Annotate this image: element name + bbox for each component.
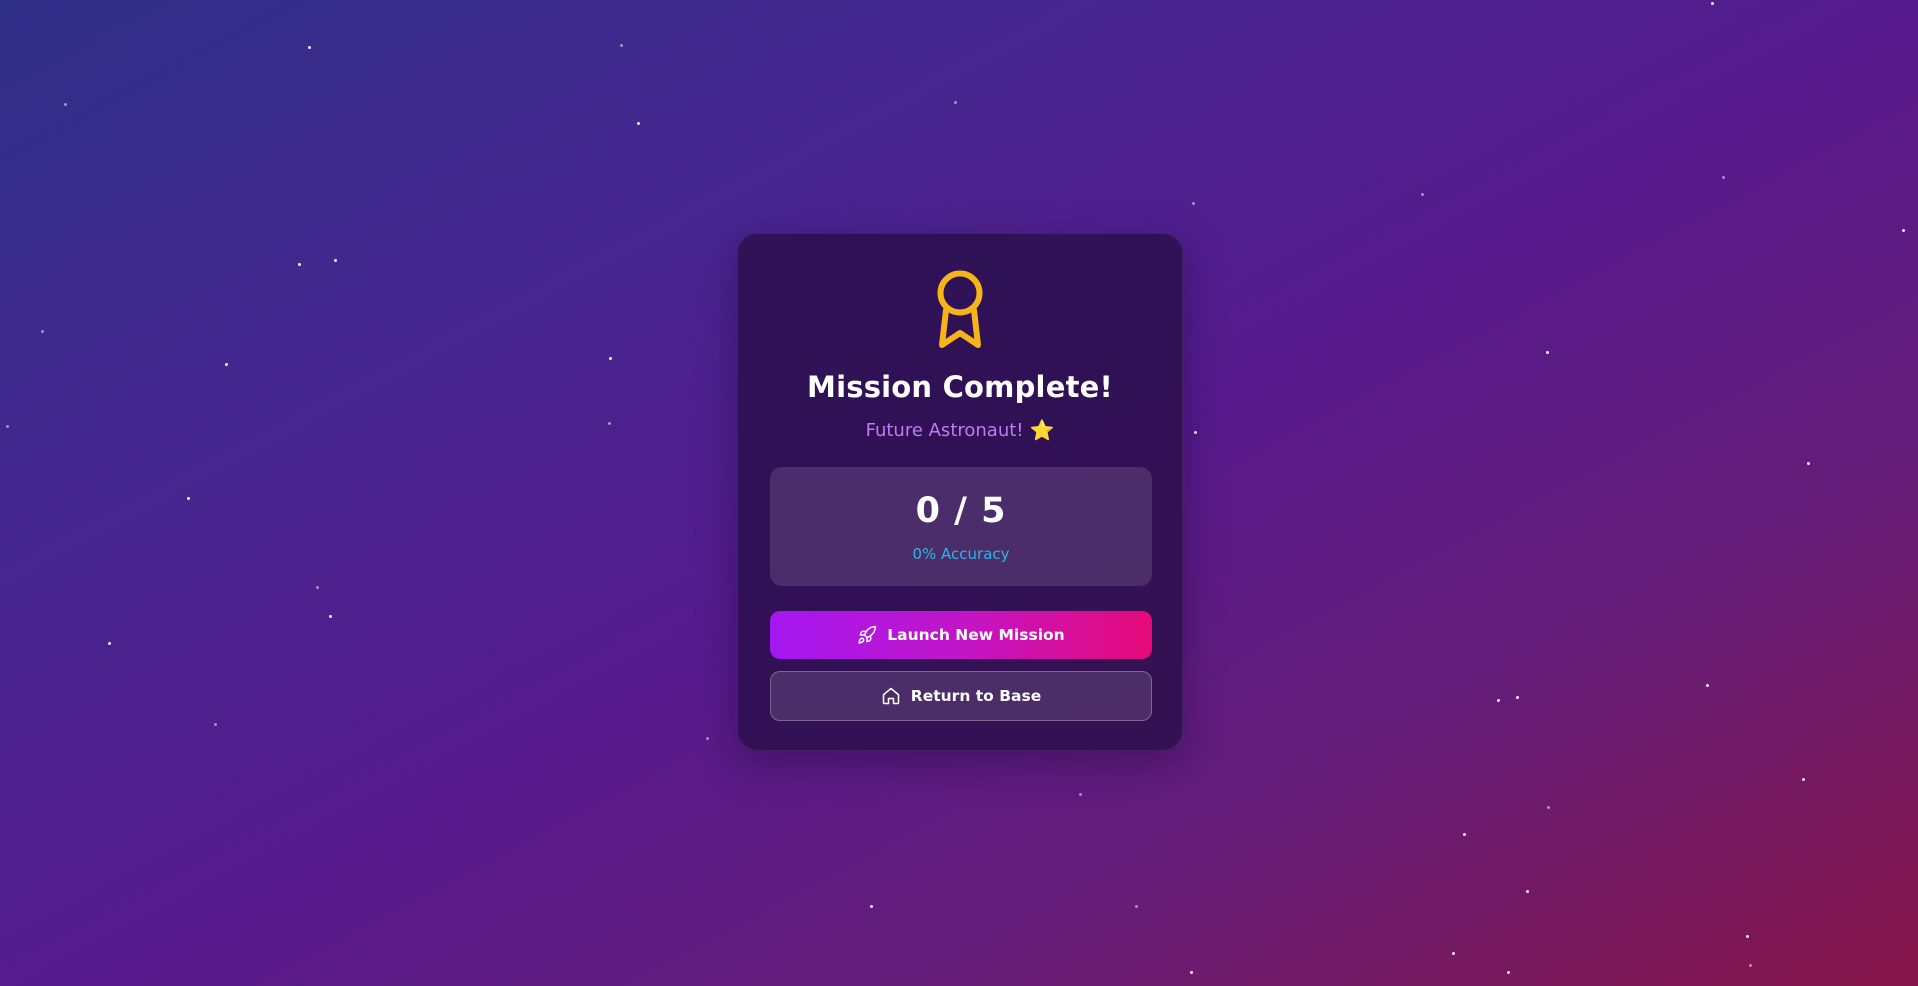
- page-title: Mission Complete!: [807, 370, 1113, 404]
- return-to-base-label: Return to Base: [910, 687, 1042, 705]
- star: [620, 44, 623, 47]
- star: [1749, 964, 1752, 967]
- star: [1079, 793, 1082, 796]
- mission-result-card: Mission Complete! Future Astronaut! ⭐ 0 /…: [737, 233, 1183, 751]
- star: [1135, 905, 1138, 908]
- star: [316, 586, 319, 589]
- rank-label: Future Astronaut!: [865, 420, 1024, 441]
- star: [1526, 890, 1529, 893]
- star: [609, 357, 612, 360]
- star: [1722, 176, 1725, 179]
- star: [1194, 431, 1197, 434]
- star: [1706, 684, 1709, 687]
- return-to-base-button[interactable]: Return to Base: [770, 671, 1152, 721]
- accuracy-value: 0% Accuracy: [912, 545, 1010, 563]
- rank-subtitle: Future Astronaut! ⭐: [738, 418, 1182, 442]
- star: [1547, 806, 1550, 809]
- star: [1802, 778, 1805, 781]
- star: [41, 330, 44, 333]
- star: [954, 101, 957, 104]
- star: [1902, 229, 1905, 232]
- star: [334, 259, 337, 262]
- star: [1807, 462, 1810, 465]
- star: [1507, 971, 1510, 974]
- star: [608, 422, 611, 425]
- star: [1516, 696, 1519, 699]
- star: [1546, 351, 1549, 354]
- star: [1463, 833, 1466, 836]
- star: [225, 363, 228, 366]
- star: [187, 497, 190, 500]
- launch-new-mission-label: Launch New Mission: [887, 626, 1065, 644]
- star: [308, 46, 311, 49]
- star-icon: ⭐: [1029, 418, 1055, 442]
- award-icon: [937, 270, 983, 348]
- star: [108, 642, 111, 645]
- star: [1452, 952, 1455, 955]
- star: [706, 737, 709, 740]
- home-icon: [882, 687, 900, 705]
- star: [1190, 971, 1193, 974]
- star: [214, 723, 217, 726]
- star: [64, 103, 67, 106]
- score-value: 0 / 5: [915, 491, 1007, 531]
- star: [298, 263, 301, 266]
- star: [637, 122, 640, 125]
- star: [1497, 699, 1500, 702]
- rocket-icon: [858, 625, 877, 644]
- score-panel: 0 / 5 0% Accuracy: [770, 467, 1152, 586]
- star: [1421, 193, 1424, 196]
- star: [329, 615, 332, 618]
- star: [870, 905, 873, 908]
- star: [1192, 202, 1195, 205]
- launch-new-mission-button[interactable]: Launch New Mission: [770, 611, 1152, 659]
- star: [6, 425, 9, 428]
- star: [1746, 935, 1749, 938]
- star: [1711, 2, 1714, 5]
